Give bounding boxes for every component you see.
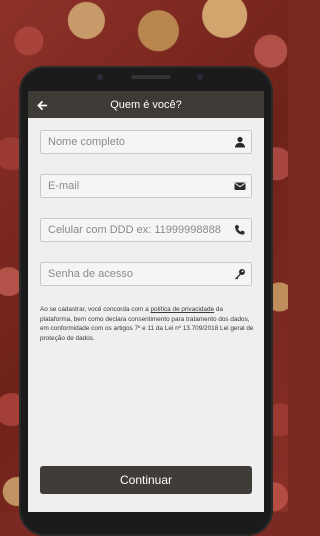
email-input[interactable] [41, 180, 228, 192]
password-field[interactable] [40, 262, 252, 286]
back-button[interactable] [32, 95, 52, 115]
app-screen: Quem é você? Nome completo E-mail Celula… [28, 91, 264, 512]
phone-icon [235, 225, 245, 235]
name-field[interactable] [40, 130, 252, 154]
app-bar: Quem é você? [28, 91, 264, 118]
name-input[interactable] [41, 136, 228, 148]
user-icon [235, 136, 245, 148]
envelope-icon [234, 182, 246, 190]
key-icon [235, 269, 245, 280]
password-input[interactable] [41, 268, 228, 280]
phone-input[interactable] [41, 224, 228, 236]
phone-speaker [131, 75, 171, 79]
phone-camera [197, 74, 203, 80]
page-title: Quem é você? [110, 98, 182, 111]
privacy-policy-link[interactable]: política de privacidade [150, 306, 214, 313]
arrow-left-icon [36, 100, 47, 110]
consent-text: Ao se cadastrar, você concorda com a pol… [40, 305, 254, 343]
phone-field[interactable] [40, 218, 252, 242]
phone-sensor [97, 74, 103, 80]
consent-text-before: Ao se cadastrar, você concorda com a [40, 306, 151, 313]
email-field[interactable] [40, 174, 252, 198]
signup-form: Ao se cadastrar, você concorda com a pol… [28, 118, 264, 343]
continue-button[interactable]: Continuar [40, 466, 252, 494]
